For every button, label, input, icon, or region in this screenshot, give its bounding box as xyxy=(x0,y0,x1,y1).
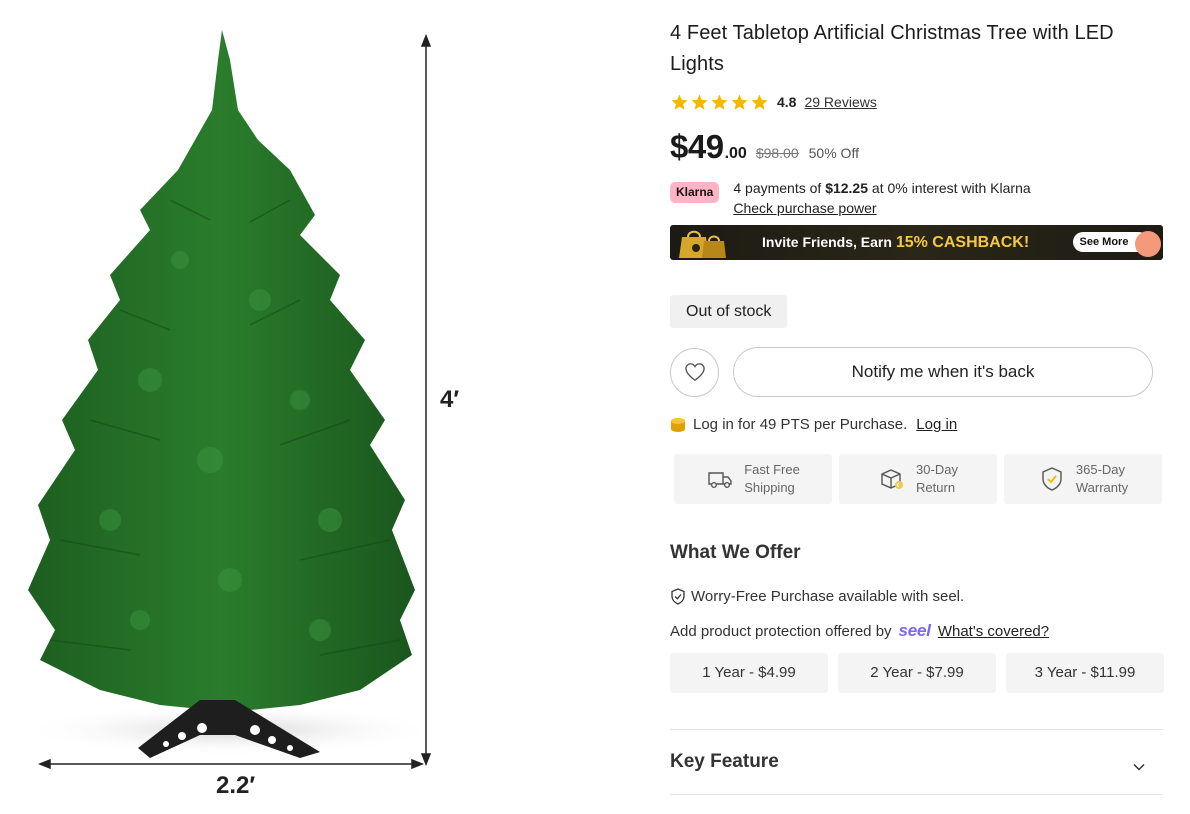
christmas-tree-image: 4′ 2.2′ xyxy=(20,30,459,799)
service-text-shipping: Fast Free Shipping xyxy=(744,461,800,497)
truck-icon xyxy=(708,472,732,489)
height-label: 4′ xyxy=(440,386,459,413)
klarna-row: Klarna 4 payments of $12.25 at 0% intere… xyxy=(670,178,1164,218)
service-line1: 30-Day xyxy=(916,462,958,477)
heart-icon xyxy=(684,363,705,381)
protection-plans: 1 Year - $4.99 2 Year - $7.99 3 Year - $… xyxy=(670,653,1164,693)
check-purchase-power-link[interactable]: Check purchase power xyxy=(733,198,1030,218)
notify-me-button[interactable]: Notify me when it's back xyxy=(733,347,1153,397)
product-image: 4′ 2.2′ xyxy=(0,0,640,814)
cashback-banner[interactable]: Invite Friends, Earn 15% CASHBACK! See M… xyxy=(670,225,1163,260)
star-icon xyxy=(751,94,768,110)
cashback-label: Invite Friends, Earn xyxy=(762,234,892,250)
seel-logo: seel xyxy=(898,621,931,640)
coin-stack-icon xyxy=(671,417,685,432)
points-row: Log in for 49 PTS per Purchase. Log in xyxy=(670,416,1164,433)
plan-option-3-year[interactable]: 3 Year - $11.99 xyxy=(1006,653,1164,693)
wishlist-button[interactable] xyxy=(670,347,719,397)
rating-value: 4.8 xyxy=(777,94,797,110)
protection-row: Add product protection offered by seel W… xyxy=(670,621,1164,641)
star-icon xyxy=(671,94,688,110)
worry-free-row: Worry-Free Purchase available with seel. xyxy=(670,588,1164,605)
service-card-return: 30-Day Return xyxy=(839,454,997,504)
price-row: $49 .00 $98.00 50% Off xyxy=(670,128,1164,166)
login-link[interactable]: Log in xyxy=(916,416,957,433)
product-title: 4 Feet Tabletop Artificial Christmas Tre… xyxy=(670,22,1114,75)
price-cents: .00 xyxy=(724,145,747,162)
width-label: 2.2′ xyxy=(216,772,255,799)
service-row: Fast Free Shipping 30-Day Return 365-Day xyxy=(674,454,1164,504)
klarna-text: 4 payments of $12.25 at 0% interest with… xyxy=(733,178,1030,218)
stock-status-badge: Out of stock xyxy=(670,295,788,328)
service-card-shipping: Fast Free Shipping xyxy=(674,454,832,504)
cashback-highlight: 15% CASHBACK! xyxy=(895,234,1030,251)
shield-icon xyxy=(671,588,685,605)
rating-row: 4.8 29 Reviews xyxy=(670,92,1164,112)
klarna-prefix: 4 payments of xyxy=(733,180,822,196)
service-line2: Return xyxy=(916,480,956,495)
shopping-bag-icon xyxy=(679,230,726,258)
rating-stars xyxy=(670,93,769,112)
tree-body xyxy=(28,30,415,712)
service-text-return: 30-Day Return xyxy=(916,461,958,497)
product-details: 4 Feet Tabletop Artificial Christmas Tre… xyxy=(670,18,1164,795)
whats-covered-link[interactable]: What's covered? xyxy=(938,623,1049,640)
discount-label: 50% Off xyxy=(808,145,859,161)
divider xyxy=(670,794,1163,795)
points-text: Log in for 49 PTS per Purchase. xyxy=(693,416,908,433)
key-feature-accordion[interactable]: Key Feature xyxy=(670,730,1164,794)
klarna-amount: $12.25 xyxy=(825,180,869,196)
service-card-warranty: 365-Day Warranty xyxy=(1004,454,1162,504)
reviews-link[interactable]: 29 Reviews xyxy=(804,94,876,110)
service-line2: Warranty xyxy=(1075,480,1129,495)
service-line1: 365-Day xyxy=(1075,462,1126,477)
star-icon xyxy=(731,94,748,110)
star-icon xyxy=(711,94,728,110)
action-row: Notify me when it's back xyxy=(670,347,1164,397)
service-text-warranty: 365-Day Warranty xyxy=(1076,461,1128,497)
plan-option-2-year[interactable]: 2 Year - $7.99 xyxy=(838,653,996,693)
cashback-text: Invite Friends, Earn 15% CASHBACK! xyxy=(762,225,1029,260)
klarna-logo: Klarna xyxy=(670,182,720,203)
worry-free-text: Worry-Free Purchase available with seel. xyxy=(691,588,965,605)
pointing-hand-icon xyxy=(1135,231,1161,257)
what-we-offer-heading: What We Offer xyxy=(670,542,801,563)
service-line2: Shipping xyxy=(744,480,795,495)
klarna-suffix: at 0% interest with Klarna xyxy=(871,180,1031,196)
key-feature-label: Key Feature xyxy=(670,751,779,772)
protection-text: Add product protection offered by xyxy=(670,622,892,640)
original-price: $98.00 xyxy=(755,145,799,161)
plan-option-1-year[interactable]: 1 Year - $4.99 xyxy=(670,653,828,693)
star-icon xyxy=(691,94,708,110)
chevron-down-icon xyxy=(1133,763,1145,771)
price-main: $49 xyxy=(670,128,724,165)
shield-check-icon xyxy=(1042,467,1062,491)
return-box-icon xyxy=(881,469,904,489)
service-line1: Fast Free xyxy=(744,462,800,477)
